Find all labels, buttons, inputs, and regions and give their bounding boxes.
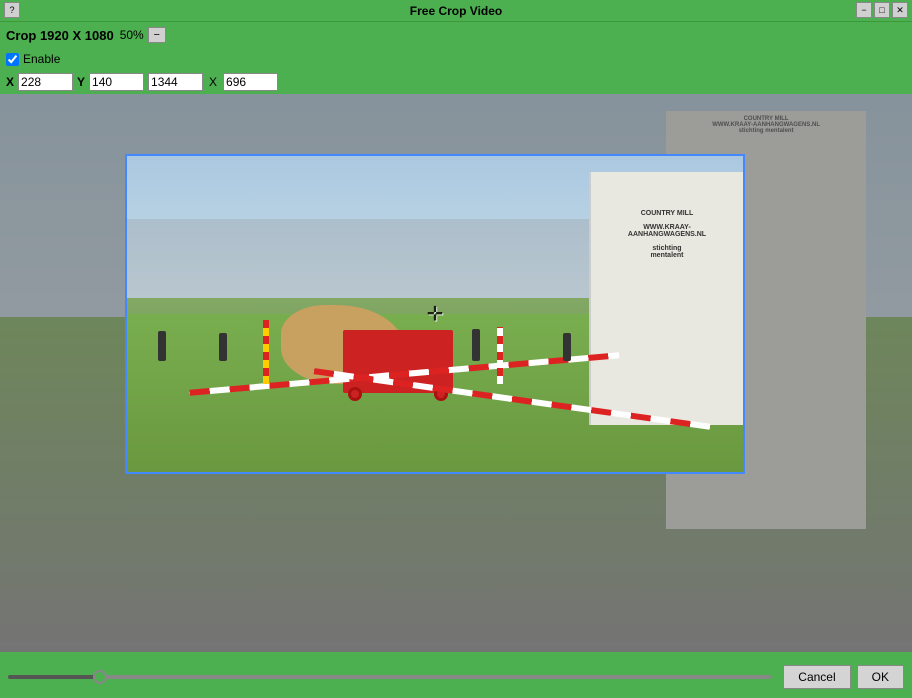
person-4 xyxy=(563,333,571,361)
maximize-button[interactable]: □ xyxy=(874,2,890,18)
pole-red-right xyxy=(497,327,503,384)
truck-overlay: COUNTRY MILLWWW.KRAAY-AANHANGWAGENS.NLst… xyxy=(589,172,743,425)
x-label: X xyxy=(6,75,14,89)
overlay-right xyxy=(745,94,912,652)
close-button[interactable]: ✕ xyxy=(892,2,908,18)
window-title: Free Crop Video xyxy=(410,4,502,18)
person-3 xyxy=(472,329,480,361)
minimize-button[interactable]: − xyxy=(856,2,872,18)
overlay-left xyxy=(0,94,125,652)
enable-label[interactable]: Enable xyxy=(23,52,60,66)
x-input[interactable] xyxy=(18,73,73,91)
slider-container[interactable] xyxy=(8,675,771,679)
bottom-bar: Cancel OK xyxy=(0,656,912,698)
toolbar: Crop 1920 X 1080 50% − xyxy=(0,22,912,48)
cart-wheel-left xyxy=(348,387,362,401)
truck-text: COUNTRY MILLWWW.KRAAY-AANHANGWAGENS.NLst… xyxy=(599,210,736,259)
x-separator: X xyxy=(209,75,217,89)
crop-dimensions-label: Crop 1920 X 1080 xyxy=(6,28,114,43)
height-input[interactable] xyxy=(223,73,278,91)
main-content: COUNTRY MILLWWW.KRAAY-AANHANGWAGENS.NLst… xyxy=(0,94,912,652)
y-input[interactable] xyxy=(89,73,144,91)
zoom-minus-button[interactable]: − xyxy=(148,27,166,43)
video-scene: COUNTRY MILLWWW.KRAAY-AANHANGWAGENS.NLst… xyxy=(127,156,743,472)
enable-row: Enable xyxy=(0,48,912,70)
crop-region[interactable]: COUNTRY MILLWWW.KRAAY-AANHANGWAGENS.NLst… xyxy=(125,154,745,474)
slider-thumb[interactable] xyxy=(93,670,107,684)
zoom-level-label: 50% xyxy=(120,28,144,42)
slider-fill xyxy=(8,675,100,679)
overlay-top xyxy=(125,94,745,154)
person-1 xyxy=(158,331,166,361)
pole-yellow-left xyxy=(263,320,269,383)
title-buttons: − □ ✕ xyxy=(856,2,908,18)
cancel-button[interactable]: Cancel xyxy=(783,665,850,689)
ok-button[interactable]: OK xyxy=(857,665,904,689)
coords-row: X Y X xyxy=(0,70,912,94)
y-label: Y xyxy=(77,75,85,89)
help-button[interactable]: ? xyxy=(4,2,20,18)
overlay-bottom xyxy=(125,474,745,652)
enable-checkbox[interactable] xyxy=(6,53,19,66)
person-2 xyxy=(219,333,227,361)
width-input[interactable] xyxy=(148,73,203,91)
title-bar: ? Free Crop Video − □ ✕ xyxy=(0,0,912,22)
bottom-buttons: Cancel OK xyxy=(783,665,904,689)
slider-track[interactable] xyxy=(8,675,771,679)
